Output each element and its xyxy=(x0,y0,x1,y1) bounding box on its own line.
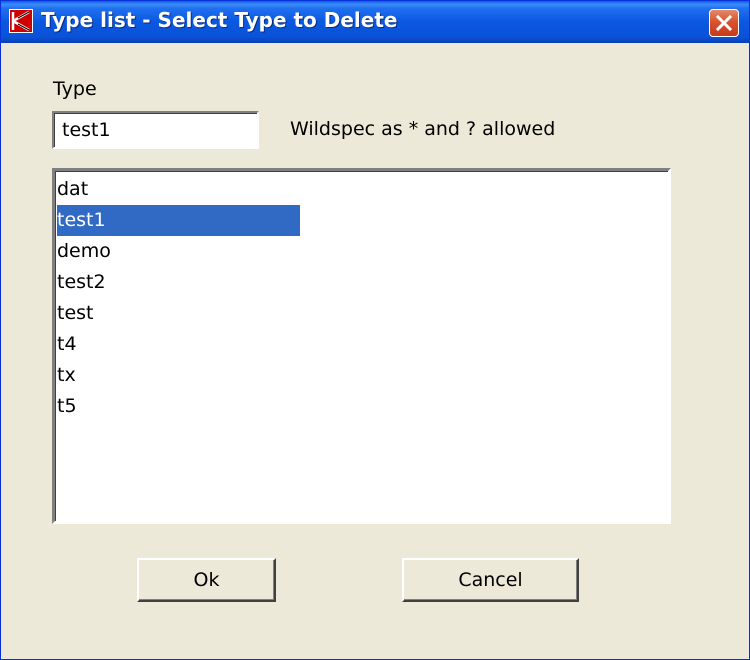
list-item-selected[interactable]: test1 xyxy=(57,205,300,236)
cancel-button[interactable]: Cancel xyxy=(402,558,579,602)
list-item[interactable]: tx xyxy=(57,360,300,391)
list-item[interactable]: t5 xyxy=(57,391,300,422)
list-item[interactable]: demo xyxy=(57,236,300,267)
app-logo-icon xyxy=(9,9,33,33)
window-title: Type list - Select Type to Delete xyxy=(41,8,398,32)
close-icon xyxy=(716,15,732,31)
wildcard-hint: Wildspec as * and ? allowed xyxy=(290,118,556,140)
dialog-window: Type list - Select Type to Delete Type W… xyxy=(0,0,750,660)
list-item[interactable]: test2 xyxy=(57,267,300,298)
list-item[interactable]: dat xyxy=(57,174,300,205)
type-label: Type xyxy=(53,78,97,100)
ok-button[interactable]: Ok xyxy=(137,558,276,602)
list-item[interactable]: t4 xyxy=(57,329,300,360)
title-bar[interactable]: Type list - Select Type to Delete xyxy=(1,1,749,43)
type-input[interactable] xyxy=(52,111,259,149)
list-item[interactable]: test xyxy=(57,298,300,329)
close-button[interactable] xyxy=(709,9,739,37)
type-listbox[interactable]: dat test1 demo test2 test t4 tx t5 xyxy=(52,168,671,524)
